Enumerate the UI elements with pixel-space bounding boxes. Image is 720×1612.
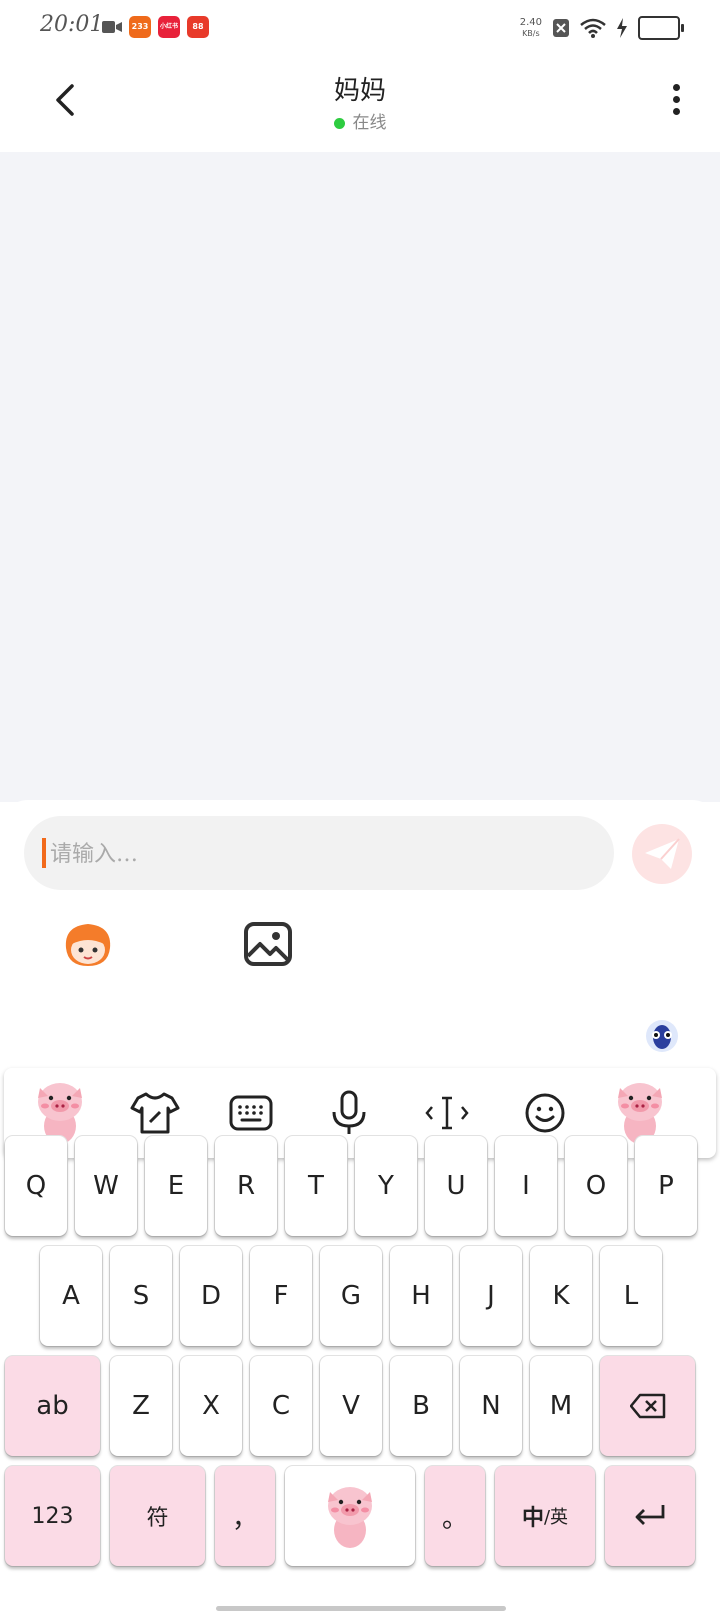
wifi-icon	[580, 18, 606, 38]
keyboard-icon[interactable]	[224, 1086, 278, 1140]
battery-icon	[638, 16, 684, 40]
chat-header: 妈妈 在线	[0, 56, 720, 152]
key-g[interactable]: G	[320, 1246, 382, 1346]
key-b[interactable]: B	[390, 1356, 452, 1456]
status-time: 20:01	[40, 12, 104, 37]
key-q[interactable]: Q	[5, 1136, 67, 1236]
key-c[interactable]: C	[250, 1356, 312, 1456]
net-speed-unit: KB/s	[522, 29, 540, 38]
key-ab-shift[interactable]: ab	[5, 1356, 100, 1456]
app-badge-88: 88	[187, 16, 209, 38]
text-caret	[42, 838, 46, 868]
key-space[interactable]	[285, 1466, 415, 1566]
pig-sticker-icon	[328, 1487, 372, 1548]
key-j[interactable]: J	[460, 1246, 522, 1346]
more-vertical-icon[interactable]	[666, 80, 686, 124]
key-numbers[interactable]: 123	[5, 1466, 100, 1566]
key-f[interactable]: F	[250, 1246, 312, 1346]
backspace-icon	[629, 1393, 665, 1419]
online-status: 在线	[0, 108, 720, 133]
video-camera-icon	[102, 21, 122, 33]
lang-main-label: 中	[521, 1506, 544, 1531]
key-period[interactable]: 。	[425, 1466, 485, 1566]
cursor-move-icon[interactable]	[420, 1086, 474, 1140]
app-badge-xiaohongshu: 小红书	[158, 16, 180, 38]
key-backspace[interactable]	[600, 1356, 695, 1456]
key-k[interactable]: K	[530, 1246, 592, 1346]
key-h[interactable]: H	[390, 1246, 452, 1346]
skin-shirt-icon[interactable]	[128, 1086, 182, 1140]
key-comma[interactable]: ，	[215, 1466, 275, 1566]
key-d[interactable]: D	[180, 1246, 242, 1346]
lang-alt-label: /英	[543, 1507, 569, 1528]
send-icon	[645, 838, 680, 869]
key-n[interactable]: N	[460, 1356, 522, 1456]
key-v[interactable]: V	[320, 1356, 382, 1456]
keyboard: Q W E R T Y U I O P A S D F G H J K L ab…	[0, 1010, 720, 1612]
send-button[interactable]	[632, 824, 692, 884]
online-dot	[333, 117, 345, 129]
key-enter[interactable]	[605, 1466, 695, 1566]
home-indicator[interactable]	[216, 1606, 506, 1611]
ai-assistant-icon[interactable]	[644, 1018, 680, 1054]
key-symbols[interactable]: 符	[110, 1466, 205, 1566]
key-e[interactable]: E	[145, 1136, 207, 1236]
sim-off-icon	[553, 19, 569, 37]
net-speed: 2.40 KB/s	[520, 17, 542, 39]
net-speed-value: 2.40	[519, 17, 542, 28]
charging-icon	[617, 18, 627, 38]
key-l[interactable]: L	[600, 1246, 662, 1346]
online-status-text: 在线	[352, 113, 387, 133]
key-w[interactable]: W	[75, 1136, 137, 1236]
key-t[interactable]: T	[285, 1136, 347, 1236]
key-m[interactable]: M	[530, 1356, 592, 1456]
image-icon[interactable]	[238, 914, 298, 974]
enter-icon	[635, 1505, 665, 1525]
key-p[interactable]: P	[635, 1136, 697, 1236]
key-s[interactable]: S	[110, 1246, 172, 1346]
emoji-icon[interactable]	[518, 1086, 572, 1140]
key-o[interactable]: O	[565, 1136, 627, 1236]
key-i[interactable]: I	[495, 1136, 557, 1236]
key-a[interactable]: A	[40, 1246, 102, 1346]
message-input[interactable]	[48, 816, 572, 892]
message-input-wrapper[interactable]	[24, 816, 614, 892]
app-badge-233: 233	[129, 16, 151, 38]
key-r[interactable]: R	[215, 1136, 277, 1236]
chat-message-area[interactable]	[0, 152, 720, 802]
key-x[interactable]: X	[180, 1356, 242, 1456]
status-bar: 20:01 233 小红书 88 2.40 KB/s	[0, 0, 720, 56]
avatar-sticker-icon[interactable]	[58, 914, 118, 974]
input-panel	[0, 800, 720, 1011]
key-language-switch[interactable]: 中/英	[495, 1466, 595, 1566]
key-z[interactable]: Z	[110, 1356, 172, 1456]
contact-name: 妈妈	[333, 76, 386, 106]
key-u[interactable]: U	[425, 1136, 487, 1236]
status-right: 2.40 KB/s	[520, 12, 684, 44]
microphone-icon[interactable]	[322, 1086, 376, 1140]
key-y[interactable]: Y	[355, 1136, 417, 1236]
